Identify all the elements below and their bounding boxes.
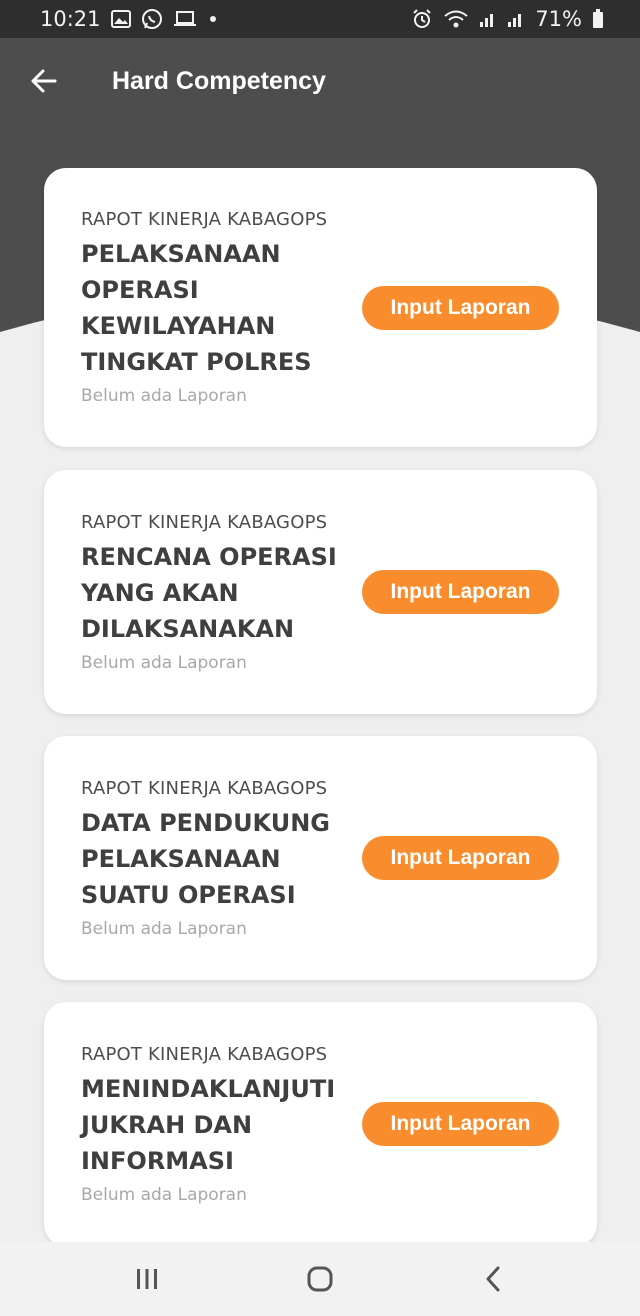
input-report-button[interactable]: Input Laporan <box>362 570 559 614</box>
home-icon <box>307 1266 333 1292</box>
battery-percent: 71% <box>535 7 582 31</box>
system-back-button[interactable] <box>453 1249 533 1309</box>
home-button[interactable] <box>280 1249 360 1309</box>
card-category: RAPOT KINERJA KABAGOPS <box>81 209 328 230</box>
image-icon <box>110 10 131 28</box>
card-title: MENINDAKLANJUTI JUKRAH DAN INFORMASI <box>81 1074 336 1175</box>
recent-apps-icon <box>136 1269 157 1289</box>
alarm-icon <box>411 8 433 30</box>
input-report-button[interactable]: Input Laporan <box>362 1102 559 1146</box>
card-status: Belum ada Laporan <box>81 918 247 939</box>
card-title: DATA PENDUKUNG PELAKSANAAN SUATU OPERASI <box>81 808 330 909</box>
card-status: Belum ada Laporan <box>81 386 247 406</box>
back-icon <box>486 1266 500 1292</box>
whatsapp-icon <box>141 8 163 30</box>
report-card: RAPOT KINERJA KABAGOPS DATA PENDUKUNG PE… <box>44 736 597 980</box>
report-card: RAPOT KINERJA KABAGOPS MENINDAKLANJUTI J… <box>44 1002 597 1246</box>
signal-icon <box>507 10 525 28</box>
page-title: Hard Competency <box>112 66 326 95</box>
card-status: Belum ada Laporan <box>81 1184 247 1205</box>
card-category: RAPOT KINERJA KABAGOPS <box>81 511 328 533</box>
card-title: RENCANA OPERASI YANG AKAN DILAKSANAKAN <box>81 542 337 643</box>
card-category: RAPOT KINERJA KABAGOPS <box>81 777 328 799</box>
wifi-icon <box>443 9 469 29</box>
signal-icon <box>479 10 497 28</box>
input-report-button[interactable]: Input Laporan <box>362 286 559 330</box>
system-nav-bar <box>0 1242 640 1316</box>
dot-icon <box>207 13 219 25</box>
card-title: PELAKSANAAN OPERASI KEWILAYAHAN TINGKAT … <box>81 240 312 376</box>
arrow-left-icon <box>31 69 57 93</box>
status-bar: 10:21 71% <box>0 0 640 38</box>
app-bar: Hard Competency <box>0 38 640 124</box>
laptop-icon <box>173 10 197 28</box>
battery-icon <box>592 9 604 29</box>
report-card: RAPOT KINERJA KABAGOPS PELAKSANAAN OPERA… <box>44 168 597 447</box>
report-card: RAPOT KINERJA KABAGOPS RENCANA OPERASI Y… <box>44 470 597 714</box>
status-time: 10:21 <box>40 7 101 31</box>
recent-apps-button[interactable] <box>107 1249 187 1309</box>
card-category: RAPOT KINERJA KABAGOPS <box>81 1043 328 1065</box>
card-status: Belum ada Laporan <box>81 652 247 673</box>
input-report-button[interactable]: Input Laporan <box>362 836 559 880</box>
back-button[interactable] <box>8 45 80 117</box>
